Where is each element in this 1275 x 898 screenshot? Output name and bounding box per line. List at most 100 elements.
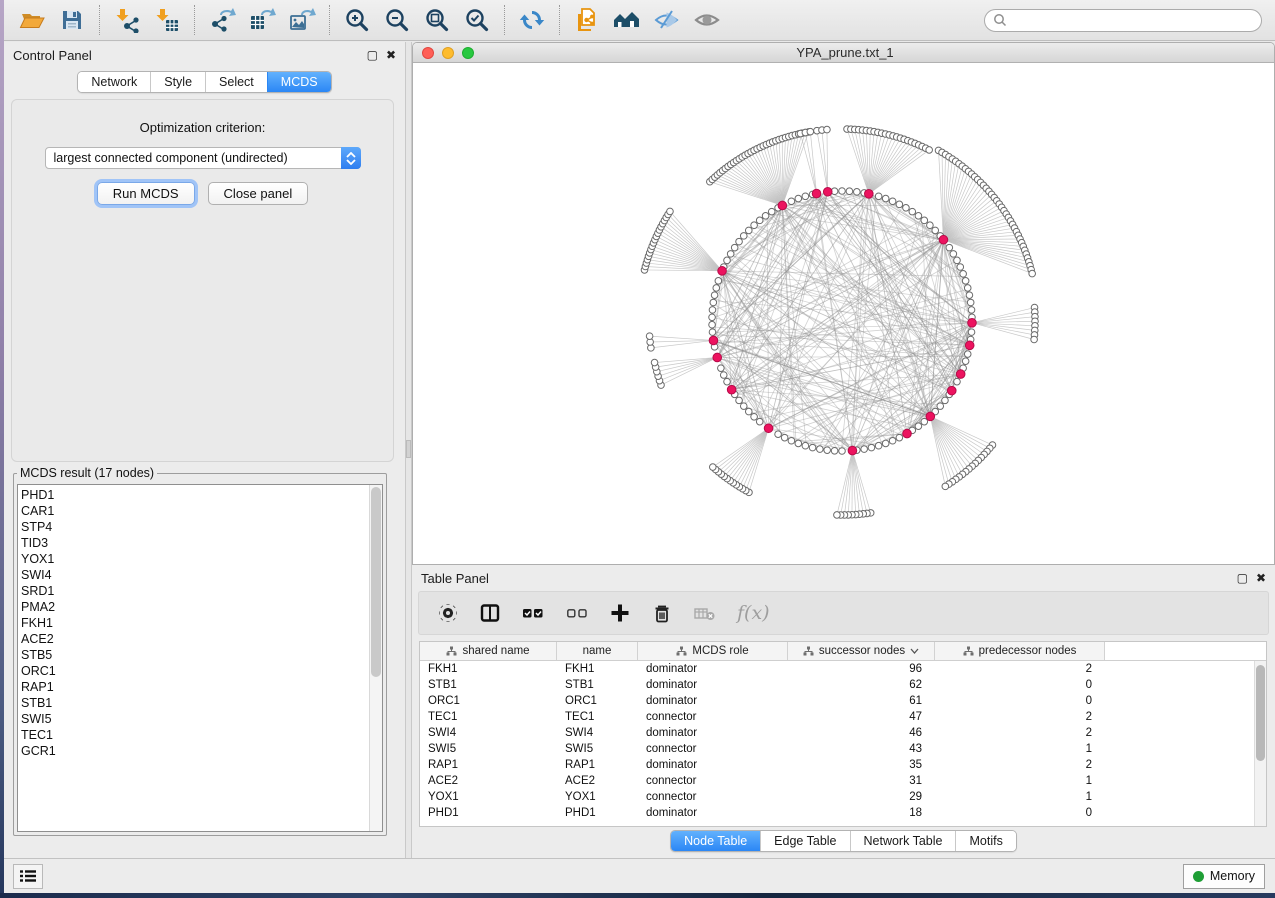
mcds-hub-node[interactable]	[865, 189, 874, 198]
mcds-hub-node[interactable]	[718, 267, 727, 276]
column-header-shared-name[interactable]: shared name	[420, 642, 557, 660]
tab-edge-table[interactable]: Edge Table	[760, 831, 849, 851]
delete-column-icon[interactable]	[651, 602, 673, 624]
float-panel-icon[interactable]: ▢	[1237, 572, 1248, 584]
mcds-hub-node[interactable]	[778, 201, 787, 210]
mcds-result-item[interactable]: SRD1	[18, 583, 368, 599]
export-network-icon[interactable]	[207, 5, 237, 35]
splitter-handle[interactable]	[406, 440, 411, 458]
panel-splitter[interactable]	[405, 42, 412, 858]
table-row[interactable]: FKH1FKH1dominator962	[420, 661, 1254, 677]
mcds-hub-node[interactable]	[713, 353, 722, 362]
mcds-result-item[interactable]: STB5	[18, 647, 368, 663]
mcds-result-item[interactable]: PMA2	[18, 599, 368, 615]
column-header-MCDS-role[interactable]: MCDS role	[638, 642, 788, 660]
optimization-criterion-select[interactable]: largest connected component (undirected)	[45, 147, 361, 169]
mcds-hub-node[interactable]	[939, 235, 948, 244]
task-history-button[interactable]	[13, 864, 43, 889]
refresh-icon[interactable]	[517, 5, 547, 35]
mcds-hub-node[interactable]	[812, 189, 821, 198]
mcds-hub-node[interactable]	[823, 187, 832, 196]
tab-style[interactable]: Style	[150, 72, 205, 92]
mcds-hub-node[interactable]	[848, 446, 857, 455]
mcds-result-item[interactable]: YOX1	[18, 551, 368, 567]
network-window-titlebar[interactable]: YPA_prune.txt_1	[413, 43, 1274, 63]
float-panel-icon[interactable]: ▢	[367, 49, 378, 61]
zoom-fit-icon[interactable]	[422, 5, 452, 35]
run-mcds-button[interactable]: Run MCDS	[97, 182, 195, 205]
export-image-icon[interactable]	[287, 5, 317, 35]
table-row[interactable]: SWI4SWI4dominator462	[420, 725, 1254, 741]
mcds-result-item[interactable]: TEC1	[18, 727, 368, 743]
table-row[interactable]: ORC1ORC1dominator610	[420, 693, 1254, 709]
column-header-name[interactable]: name	[557, 642, 638, 660]
table-row[interactable]: YOX1YOX1connector291	[420, 789, 1254, 805]
table-row[interactable]: SWI5SWI5connector431	[420, 741, 1254, 757]
import-table-icon[interactable]	[152, 5, 182, 35]
mcds-result-item[interactable]: ACE2	[18, 631, 368, 647]
table-row[interactable]: TEC1TEC1connector472	[420, 709, 1254, 725]
zoom-selected-icon[interactable]	[462, 5, 492, 35]
split-columns-icon[interactable]	[479, 602, 501, 624]
window-zoom-icon[interactable]	[462, 47, 474, 59]
mcds-list-scrollbar[interactable]	[369, 485, 382, 831]
network-graph[interactable]	[413, 63, 1274, 565]
tab-node-table[interactable]: Node Table	[671, 831, 760, 851]
mcds-hub-node[interactable]	[727, 385, 736, 394]
open-file-icon[interactable]	[17, 5, 47, 35]
window-minimize-icon[interactable]	[442, 47, 454, 59]
mcds-result-item[interactable]: SWI5	[18, 711, 368, 727]
tab-network-table[interactable]: Network Table	[850, 831, 956, 851]
unselect-all-checks-icon[interactable]	[565, 602, 589, 624]
window-close-icon[interactable]	[422, 47, 434, 59]
zoom-out-icon[interactable]	[382, 5, 412, 35]
memory-button[interactable]: Memory	[1183, 864, 1265, 889]
duplicate-network-icon[interactable]	[572, 5, 602, 35]
table-row[interactable]: ACE2ACE2connector311	[420, 773, 1254, 789]
tab-network[interactable]: Network	[78, 72, 150, 92]
mcds-result-item[interactable]: CAR1	[18, 503, 368, 519]
mcds-result-item[interactable]: FKH1	[18, 615, 368, 631]
search-input[interactable]	[1007, 13, 1253, 27]
column-header-successor-nodes[interactable]: successor nodes	[788, 642, 935, 660]
mcds-result-item[interactable]: STB1	[18, 695, 368, 711]
column-header-predecessor-nodes[interactable]: predecessor nodes	[935, 642, 1105, 660]
tab-motifs[interactable]: Motifs	[955, 831, 1015, 851]
mcds-result-item[interactable]: SWI4	[18, 567, 368, 583]
select-all-checks-icon[interactable]	[521, 602, 545, 624]
table-row[interactable]: RAP1RAP1dominator352	[420, 757, 1254, 773]
mcds-result-item[interactable]: TID3	[18, 535, 368, 551]
table-row[interactable]: STB1STB1dominator620	[420, 677, 1254, 693]
save-icon[interactable]	[57, 5, 87, 35]
tab-select[interactable]: Select	[205, 72, 267, 92]
close-panel-button[interactable]: Close panel	[208, 182, 309, 205]
node-table[interactable]: shared namenameMCDS rolesuccessor nodesp…	[419, 641, 1267, 827]
mcds-result-item[interactable]: PHD1	[18, 487, 368, 503]
import-network-icon[interactable]	[112, 5, 142, 35]
mcds-result-item[interactable]: ORC1	[18, 663, 368, 679]
mcds-hub-node[interactable]	[968, 319, 977, 328]
mcds-result-item[interactable]: GCR1	[18, 743, 368, 759]
mcds-result-item[interactable]: RAP1	[18, 679, 368, 695]
zoom-in-icon[interactable]	[342, 5, 372, 35]
mcds-result-listbox[interactable]: PHD1CAR1STP4TID3YOX1SWI4SRD1PMA2FKH1ACE2…	[17, 484, 383, 832]
mcds-hub-node[interactable]	[947, 386, 956, 395]
close-panel-icon[interactable]: ✖	[1256, 572, 1266, 584]
mcds-result-item[interactable]: STP4	[18, 519, 368, 535]
close-panel-icon[interactable]: ✖	[386, 49, 396, 61]
add-column-icon[interactable]	[609, 602, 631, 624]
export-table-icon[interactable]	[247, 5, 277, 35]
houses-icon[interactable]	[612, 5, 642, 35]
mcds-hub-node[interactable]	[926, 412, 935, 421]
search-box[interactable]	[984, 9, 1262, 32]
mcds-hub-node[interactable]	[965, 341, 974, 350]
gear-icon[interactable]	[437, 602, 459, 624]
network-canvas[interactable]	[413, 63, 1274, 565]
mcds-hub-node[interactable]	[956, 370, 965, 379]
table-row[interactable]: PHD1PHD1dominator180	[420, 805, 1254, 821]
mcds-hub-node[interactable]	[709, 336, 718, 345]
tab-mcds[interactable]: MCDS	[267, 72, 331, 92]
mcds-hub-node[interactable]	[903, 429, 912, 438]
show-eye-icon[interactable]	[692, 5, 722, 35]
table-scrollbar[interactable]	[1254, 661, 1266, 826]
